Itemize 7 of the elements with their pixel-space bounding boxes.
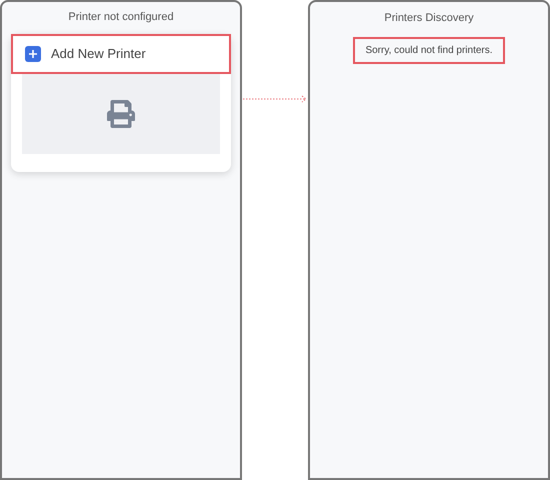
screen-title: Printers Discovery: [384, 11, 474, 26]
screen-title: Printer not configured: [68, 10, 174, 25]
dotted-arrow: [242, 95, 308, 103]
no-printers-message: Sorry, could not find printers.: [353, 36, 505, 64]
plus-icon: [25, 46, 41, 62]
add-printer-button[interactable]: Add New Printer: [11, 34, 231, 74]
printer-icon: [107, 100, 135, 128]
